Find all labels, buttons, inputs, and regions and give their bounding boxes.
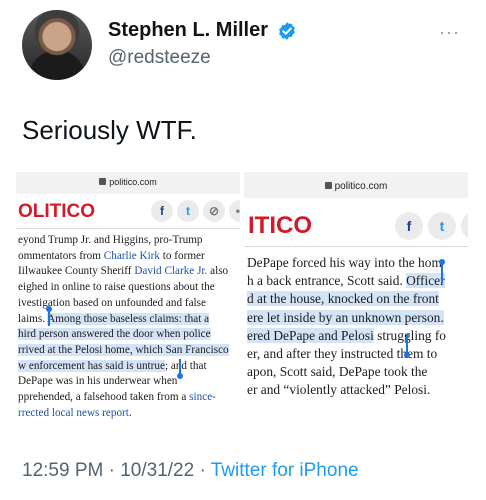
article-text-segment: . <box>128 406 132 419</box>
article-text: DePape forced his way into the hom h a ba… <box>247 254 446 400</box>
author-name[interactable]: Stephen L. Miller <box>108 19 268 42</box>
article-line: h a back entrance, Scott said. Officer <box>247 272 446 290</box>
tweet-metadata: 12:59 PM · 10/31/22 · Twitter for iPhone <box>22 460 359 482</box>
tweet-date[interactable]: 10/31/22 <box>120 460 194 481</box>
article-text-segment: also <box>207 265 229 278</box>
article-line: eyond Trump Jr. and Higgins, pro-Trump <box>18 233 229 249</box>
article-link[interactable]: rrected local news report <box>18 407 129 419</box>
selected-text: Officer <box>406 273 445 289</box>
meta-separator: · <box>103 460 121 481</box>
selected-text: hird person answered the door when polic… <box>18 328 211 341</box>
more-options-icon[interactable]: ··· <box>439 22 460 43</box>
selected-text: d at the house, knocked on the front <box>247 291 439 307</box>
avatar[interactable] <box>22 10 92 80</box>
article-text-segment: apon, Scott said, DePape took the <box>247 364 428 380</box>
twitter-share-icon: t <box>428 212 456 240</box>
meta-separator: · <box>194 460 211 481</box>
tweet: Stephen L. Miller @redsteeze ··· Serious… <box>0 0 486 500</box>
selected-text: w enforcement has said is untrue <box>18 359 165 372</box>
article-link[interactable]: since- <box>189 391 216 403</box>
article-text-segment: pprehended, a falsehood taken from a <box>18 391 190 404</box>
article-link[interactable]: David Clarke Jr. <box>134 265 207 277</box>
author-handle[interactable]: @redsteeze <box>108 47 211 69</box>
article-line: DePape forced his way into the hom <box>247 254 446 272</box>
politico-logo: OLITICO <box>18 201 96 222</box>
selected-text: ered DePape and Pelosi <box>247 327 374 343</box>
article-line: ere let inside by an unknown person. <box>247 309 446 327</box>
lock-icon <box>99 178 107 185</box>
article-text-segment: to former <box>160 249 205 262</box>
facebook-share-icon: f <box>395 212 423 240</box>
selected-text: Among those baseless claims: that a <box>47 312 210 325</box>
selection-end-handle <box>404 352 410 358</box>
article-link[interactable]: Charlie Kirk <box>104 250 160 262</box>
article-text-segment: h a back entrance, Scott said. <box>247 273 407 289</box>
selected-text: ere let inside by an unknown person. <box>247 309 444 325</box>
article-text-segment: er and “violently attacked” Pelosi. <box>247 382 431 398</box>
politico-logo: ITICO <box>248 212 312 239</box>
article-text-segment: laims. <box>18 312 48 325</box>
article-text-segment: ; and that <box>164 359 207 372</box>
url-text: politico.com <box>109 177 157 187</box>
selection-start-caret <box>441 263 443 283</box>
selection-end-caret <box>406 334 408 354</box>
article-text-segment: eighed in online to raise questions abou… <box>18 281 215 294</box>
header-divider <box>244 246 468 247</box>
verified-badge-icon <box>279 22 295 40</box>
tweet-text: Seriously WTF. <box>22 115 197 145</box>
tweet-source[interactable]: Twitter for iPhone <box>211 460 359 481</box>
article-text: eyond Trump Jr. and Higgins, pro-Trump om… <box>18 233 229 421</box>
article-text-segment: DePape forced his way into the hom <box>247 255 442 270</box>
link-share-icon: ⊘ <box>461 212 468 240</box>
more-share-icon: •• <box>229 200 240 222</box>
article-line: er and “violently attacked” Pelosi. <box>247 381 446 399</box>
selected-text: rrived at the Pelosi home, which San Fra… <box>18 343 229 356</box>
selection-start-caret <box>48 310 50 326</box>
article-line: d at the house, knocked on the front <box>247 290 446 308</box>
article-line: w enforcement has said is untrue; and th… <box>18 359 229 375</box>
twitter-share-icon: t <box>177 200 199 222</box>
tweet-media[interactable]: politico.com OLITICO f t ⊘ •• eyond Trum… <box>16 172 468 432</box>
url-text: politico.com <box>334 181 388 192</box>
link-share-icon: ⊘ <box>203 200 225 222</box>
article-text-segment: eyond Trump Jr. and Higgins, pro-Trump <box>18 234 203 246</box>
article-text-segment: Iilwaukee County Sheriff <box>18 265 135 278</box>
header-divider <box>16 228 240 229</box>
screenshot-left[interactable]: politico.com OLITICO f t ⊘ •• eyond Trum… <box>16 172 240 432</box>
article-line: eighed in online to raise questions abou… <box>18 280 229 296</box>
article-text-segment: DePape was in his underwear when <box>18 375 178 388</box>
screenshot-right[interactable]: politico.com ITICO f t ⊘ DePape forced h… <box>244 172 468 432</box>
article-line: apon, Scott said, DePape took the <box>247 363 446 381</box>
article-line: DePape was in his underwear when <box>18 374 229 390</box>
article-line: er, and after they instructed them to <box>247 345 446 363</box>
article-line: ered DePape and Pelosi struggling fo <box>247 327 446 345</box>
article-line: hird person answered the door when polic… <box>18 327 229 343</box>
selection-end-handle <box>177 373 183 379</box>
facebook-share-icon: f <box>151 200 173 222</box>
tweet-time[interactable]: 12:59 PM <box>22 460 103 481</box>
lock-icon <box>324 182 332 189</box>
browser-url-bar: politico.com <box>16 172 240 194</box>
browser-url-bar: politico.com <box>244 172 468 198</box>
article-line: rrived at the Pelosi home, which San Fra… <box>18 343 229 359</box>
article-line: pprehended, a falsehood taken from a sin… <box>18 390 229 406</box>
article-line: Iilwaukee County Sheriff David Clarke Jr… <box>18 264 229 280</box>
article-line: rrected local news report. <box>18 406 229 422</box>
article-text-segment: ommentators from <box>18 249 104 262</box>
article-line: ommentators from Charlie Kirk to former <box>18 249 229 265</box>
article-text-segment: struggling fo <box>373 327 446 343</box>
